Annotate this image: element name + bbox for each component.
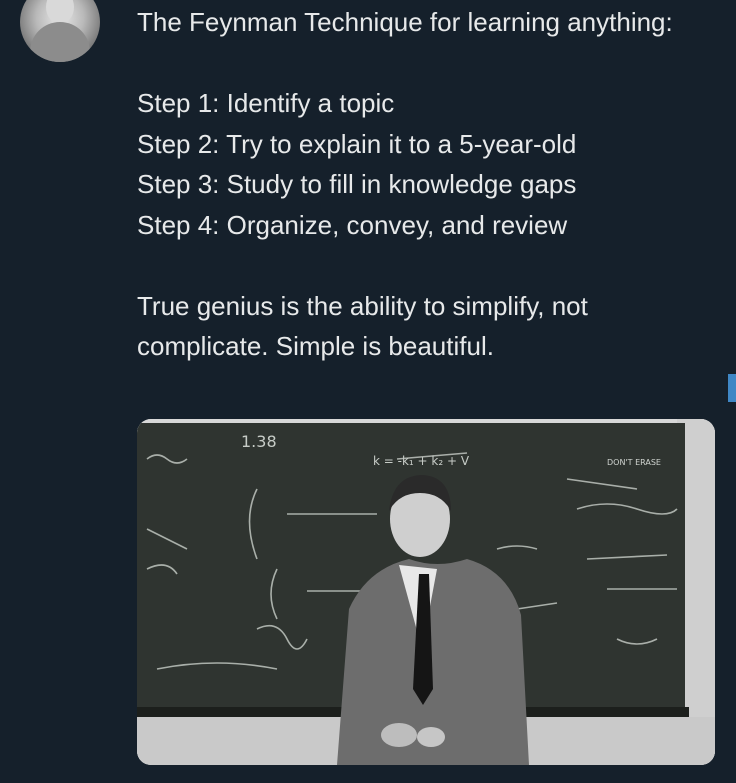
chalk-text-3: DON'T ERASE: [607, 458, 661, 467]
chalk-text-1: 1.38: [241, 432, 277, 451]
avatar-face: [46, 0, 74, 24]
tweet-text: The Feynman Technique for learning anyth…: [137, 7, 673, 361]
blackboard-photo-icon: 1.38 k = -k₁ + k₂ + V DON'T ERASE: [137, 419, 715, 765]
tweet-media-image[interactable]: 1.38 k = -k₁ + k₂ + V DON'T ERASE: [137, 419, 715, 765]
scroll-indicator[interactable]: [728, 374, 736, 402]
profile-avatar-icon[interactable]: [20, 0, 100, 62]
avatar-body: [30, 22, 90, 62]
chalk-text-2: k = -k₁ + k₂ + V: [373, 454, 470, 468]
